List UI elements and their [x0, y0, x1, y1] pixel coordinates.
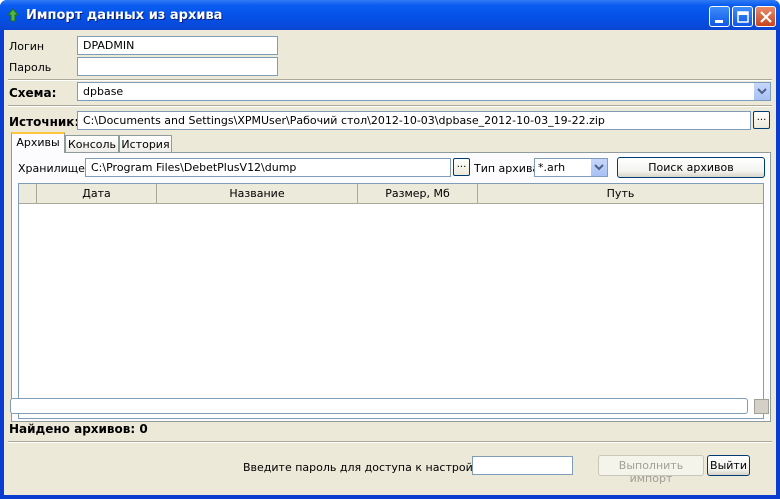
storage-label: Хранилище:: [18, 162, 89, 175]
password-field[interactable]: [77, 57, 278, 76]
minimize-icon: [715, 20, 723, 23]
column-header-name[interactable]: Название: [157, 184, 358, 204]
search-archives-button[interactable]: Поиск архивов: [617, 157, 765, 178]
exit-button[interactable]: Выйти: [707, 455, 750, 476]
column-header-size[interactable]: Размер, Мб: [358, 184, 478, 204]
separator: [8, 105, 772, 107]
login-label: Логин: [9, 40, 45, 53]
archive-type-value: *.arh: [538, 161, 566, 174]
source-label: Источник:: [9, 115, 80, 129]
archives-table[interactable]: Дата Название Размер, Мб Путь: [18, 183, 764, 419]
login-field[interactable]: DPADMIN: [77, 36, 278, 55]
dialog-body: Логин DPADMIN Пароль Схема: dpbase Источ…: [4, 30, 776, 495]
column-header-path[interactable]: Путь: [478, 184, 763, 204]
chevron-down-icon: [757, 88, 767, 95]
separator: [8, 441, 772, 443]
maximize-button[interactable]: [732, 6, 753, 27]
storage-browse-button[interactable]: ...: [453, 158, 470, 176]
row-indicator-header: [19, 184, 37, 204]
source-browse-button[interactable]: ...: [753, 111, 770, 129]
table-header: Дата Название Размер, Мб Путь: [19, 184, 763, 204]
column-header-date[interactable]: Дата: [37, 184, 157, 204]
schema-value: dpbase: [83, 85, 124, 98]
found-archives-status: Найдено архивов: 0: [9, 422, 148, 436]
tab-console[interactable]: Консоль: [65, 135, 119, 153]
archive-type-label: Тип архива: [474, 162, 540, 175]
source-path-field[interactable]: C:\Documents and Settings\XPMUser\Рабочи…: [77, 111, 751, 130]
minimize-button[interactable]: [709, 6, 730, 27]
archive-type-dropdown-button[interactable]: [590, 159, 607, 176]
close-icon: [760, 11, 772, 23]
main-window: Импорт данных из архива Логин DPADMIN Па…: [0, 0, 780, 499]
settings-password-field[interactable]: [472, 456, 573, 475]
run-import-button[interactable]: Выполнить импорт: [598, 455, 704, 485]
maximize-icon: [737, 11, 749, 23]
schema-dropdown[interactable]: dpbase: [77, 82, 771, 101]
close-button[interactable]: [755, 6, 776, 27]
chevron-down-icon: [594, 164, 604, 171]
archives-tab-panel: Хранилище: C:\Program Files\DebetPlusV12…: [11, 152, 771, 422]
archive-type-dropdown[interactable]: *.arh: [534, 158, 608, 177]
settings-password-label: Введите пароль для доступа к настройкам:: [243, 461, 499, 474]
window-title: Импорт данных из архива: [26, 8, 223, 23]
schema-dropdown-button[interactable]: [753, 83, 770, 100]
tab-archives[interactable]: Архивы: [11, 132, 65, 153]
password-label: Пароль: [9, 61, 52, 74]
progress-action-button[interactable]: [754, 399, 769, 414]
separator: [8, 79, 772, 81]
import-app-icon: [6, 8, 20, 22]
storage-path-field[interactable]: C:\Program Files\DebetPlusV12\dump: [85, 158, 451, 177]
schema-label: Схема:: [9, 86, 57, 100]
title-bar[interactable]: Импорт данных из архива: [0, 0, 780, 30]
progress-bar: [10, 398, 748, 414]
tab-history[interactable]: История: [119, 135, 172, 153]
